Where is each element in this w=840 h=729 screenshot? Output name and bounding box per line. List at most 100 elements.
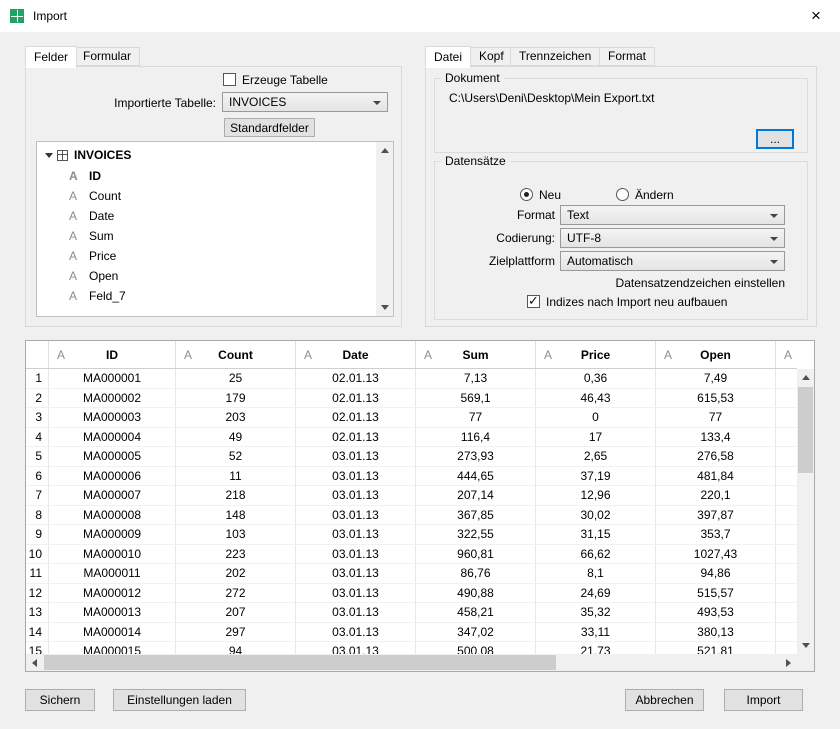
cell-id: MA000006 — [49, 467, 176, 486]
radio-change[interactable] — [616, 188, 629, 201]
column-header-id[interactable]: AID — [49, 341, 176, 368]
format-select[interactable]: Text — [560, 205, 785, 225]
tree-item-sum[interactable]: ASum — [37, 226, 393, 246]
tab-formular[interactable]: Formular — [74, 47, 140, 66]
encoding-select[interactable]: UTF-8 — [560, 228, 785, 248]
tree-item-count[interactable]: ACount — [37, 186, 393, 206]
cell-price: 35,32 — [536, 603, 656, 622]
cell-id: MA000015 — [49, 642, 176, 654]
scroll-down-button[interactable] — [376, 299, 393, 316]
scroll-left-button[interactable] — [26, 654, 43, 671]
radio-new-label: Neu — [539, 188, 561, 202]
text-type-icon: A — [69, 186, 77, 206]
table-row[interactable]: 8MA00000814803.01.13367,8530,02397,87 — [26, 506, 797, 526]
column-header-count[interactable]: ACount — [176, 341, 296, 368]
tree-item-feld_7[interactable]: AFeld_7 — [37, 286, 393, 306]
column-header-label: Sum — [462, 348, 488, 362]
cell-open: 133,4 — [656, 428, 776, 447]
column-header-label: Count — [218, 348, 253, 362]
cell-open: 77 — [656, 408, 776, 427]
cell-open: 220,1 — [656, 486, 776, 505]
cell-date: 03.01.13 — [296, 603, 416, 622]
import-button[interactable]: Import — [724, 689, 803, 711]
standard-fields-button[interactable]: Standardfelder — [224, 118, 315, 137]
tab-datei[interactable]: Datei — [425, 46, 471, 68]
table-row[interactable]: 12MA00001227203.01.13490,8824,69515,57 — [26, 584, 797, 604]
table-row[interactable]: 15MA0000159403.01.13500,0821,73521,81 — [26, 642, 797, 654]
platform-label: Zielplattform — [435, 254, 555, 268]
table-row[interactable]: 4MA0000044902.01.13116,417133,4 — [26, 428, 797, 448]
table-row[interactable]: 6MA0000061103.01.13444,6537,19481,84 — [26, 467, 797, 487]
tab-format[interactable]: Format — [599, 47, 655, 66]
column-header-sum[interactable]: A Sum — [416, 341, 536, 368]
table-row[interactable]: 7MA00000721803.01.13207,1412,96220,1 — [26, 486, 797, 506]
cell-count: 202 — [176, 564, 296, 583]
text-type-icon: A — [69, 206, 77, 226]
column-header-open[interactable]: AOpen — [656, 341, 776, 368]
cell-price: 37,19 — [536, 467, 656, 486]
browse-button[interactable]: ... — [757, 130, 793, 148]
load-settings-button[interactable]: Einstellungen laden — [113, 689, 246, 711]
text-type-icon: A — [424, 348, 432, 362]
hscroll-thumb[interactable] — [44, 655, 556, 670]
column-header-date[interactable]: ADate — [296, 341, 416, 368]
tree-item-id[interactable]: AID — [37, 166, 393, 186]
file-panel: Dokument C:\Users\Deni\Desktop\Mein Expo… — [425, 66, 817, 327]
save-button[interactable]: Sichern — [25, 689, 95, 711]
cell-sum: 77 — [416, 408, 536, 427]
scroll-right-button[interactable] — [780, 654, 797, 671]
grid-hscrollbar[interactable] — [26, 654, 797, 671]
tree-item-date[interactable]: ADate — [37, 206, 393, 226]
cell-date: 03.01.13 — [296, 623, 416, 642]
column-header-price[interactable]: APrice — [536, 341, 656, 368]
table-row[interactable]: 10MA00001022303.01.13960,8166,621027,43 — [26, 545, 797, 565]
expand-arrow-icon[interactable] — [45, 153, 53, 158]
cell-price: 66,62 — [536, 545, 656, 564]
document-group-legend: Dokument — [441, 71, 504, 85]
tab-felder[interactable]: Felder — [25, 46, 77, 68]
scroll-up-button[interactable] — [797, 369, 814, 386]
table-row[interactable]: 1MA0000012502.01.137,130,367,49 — [26, 369, 797, 389]
cell-sum: 7,13 — [416, 369, 536, 388]
platform-select[interactable]: Automatisch — [560, 251, 785, 271]
scroll-down-button[interactable] — [797, 637, 814, 654]
triangle-right-icon — [786, 659, 791, 667]
imported-table-select[interactable]: INVOICES — [222, 92, 388, 112]
cell-date: 02.01.13 — [296, 408, 416, 427]
close-button[interactable]: × — [804, 5, 828, 27]
tab-trennzeichen[interactable]: Trennzeichen — [510, 47, 600, 66]
cell-price: 12,96 — [536, 486, 656, 505]
table-row[interactable]: 11MA00001120203.01.1386,768,194,86 — [26, 564, 797, 584]
vscroll-thumb[interactable] — [798, 387, 813, 473]
grid-vscrollbar[interactable] — [797, 369, 814, 654]
radio-new[interactable] — [520, 188, 533, 201]
scroll-up-button[interactable] — [376, 142, 393, 159]
table-row[interactable]: 13MA00001320703.01.13458,2135,32493,53 — [26, 603, 797, 623]
cancel-button[interactable]: Abbrechen — [625, 689, 704, 711]
cell-extra — [776, 447, 797, 466]
row-number: 15 — [26, 642, 49, 654]
cell-date: 03.01.13 — [296, 545, 416, 564]
table-row[interactable]: 2MA00000217902.01.13569,146,43615,53 — [26, 389, 797, 409]
cell-extra — [776, 486, 797, 505]
cell-open: 380,13 — [656, 623, 776, 642]
tab-kopf[interactable]: Kopf — [470, 47, 513, 66]
cell-extra — [776, 525, 797, 544]
tree-item-price[interactable]: APrice — [37, 246, 393, 266]
rebuild-indexes-checkbox[interactable] — [527, 295, 540, 308]
table-row[interactable]: 5MA0000055203.01.13273,932,65276,58 — [26, 447, 797, 467]
record-delimiter-settings-link[interactable]: Datensatzendzeichen einstellen — [435, 276, 785, 290]
tree-field-list: AIDACountADateASumAPriceAOpenAFeld_7 — [37, 166, 393, 306]
tree-scrollbar[interactable] — [376, 142, 393, 316]
table-row[interactable]: 9MA00000910303.01.13322,5531,15353,7 — [26, 525, 797, 545]
cell-open: 276,58 — [656, 447, 776, 466]
column-header-label: Price — [581, 348, 610, 362]
column-header-label: Open — [700, 348, 731, 362]
tree-root-invoices[interactable]: INVOICES — [37, 145, 393, 166]
row-number: 3 — [26, 408, 49, 427]
table-row[interactable]: 14MA00001429703.01.13347,0233,11380,13 — [26, 623, 797, 643]
table-row[interactable]: 3MA00000320302.01.1377077 — [26, 408, 797, 428]
cell-open: 481,84 — [656, 467, 776, 486]
create-table-checkbox[interactable] — [223, 73, 236, 86]
tree-item-open[interactable]: AOpen — [37, 266, 393, 286]
